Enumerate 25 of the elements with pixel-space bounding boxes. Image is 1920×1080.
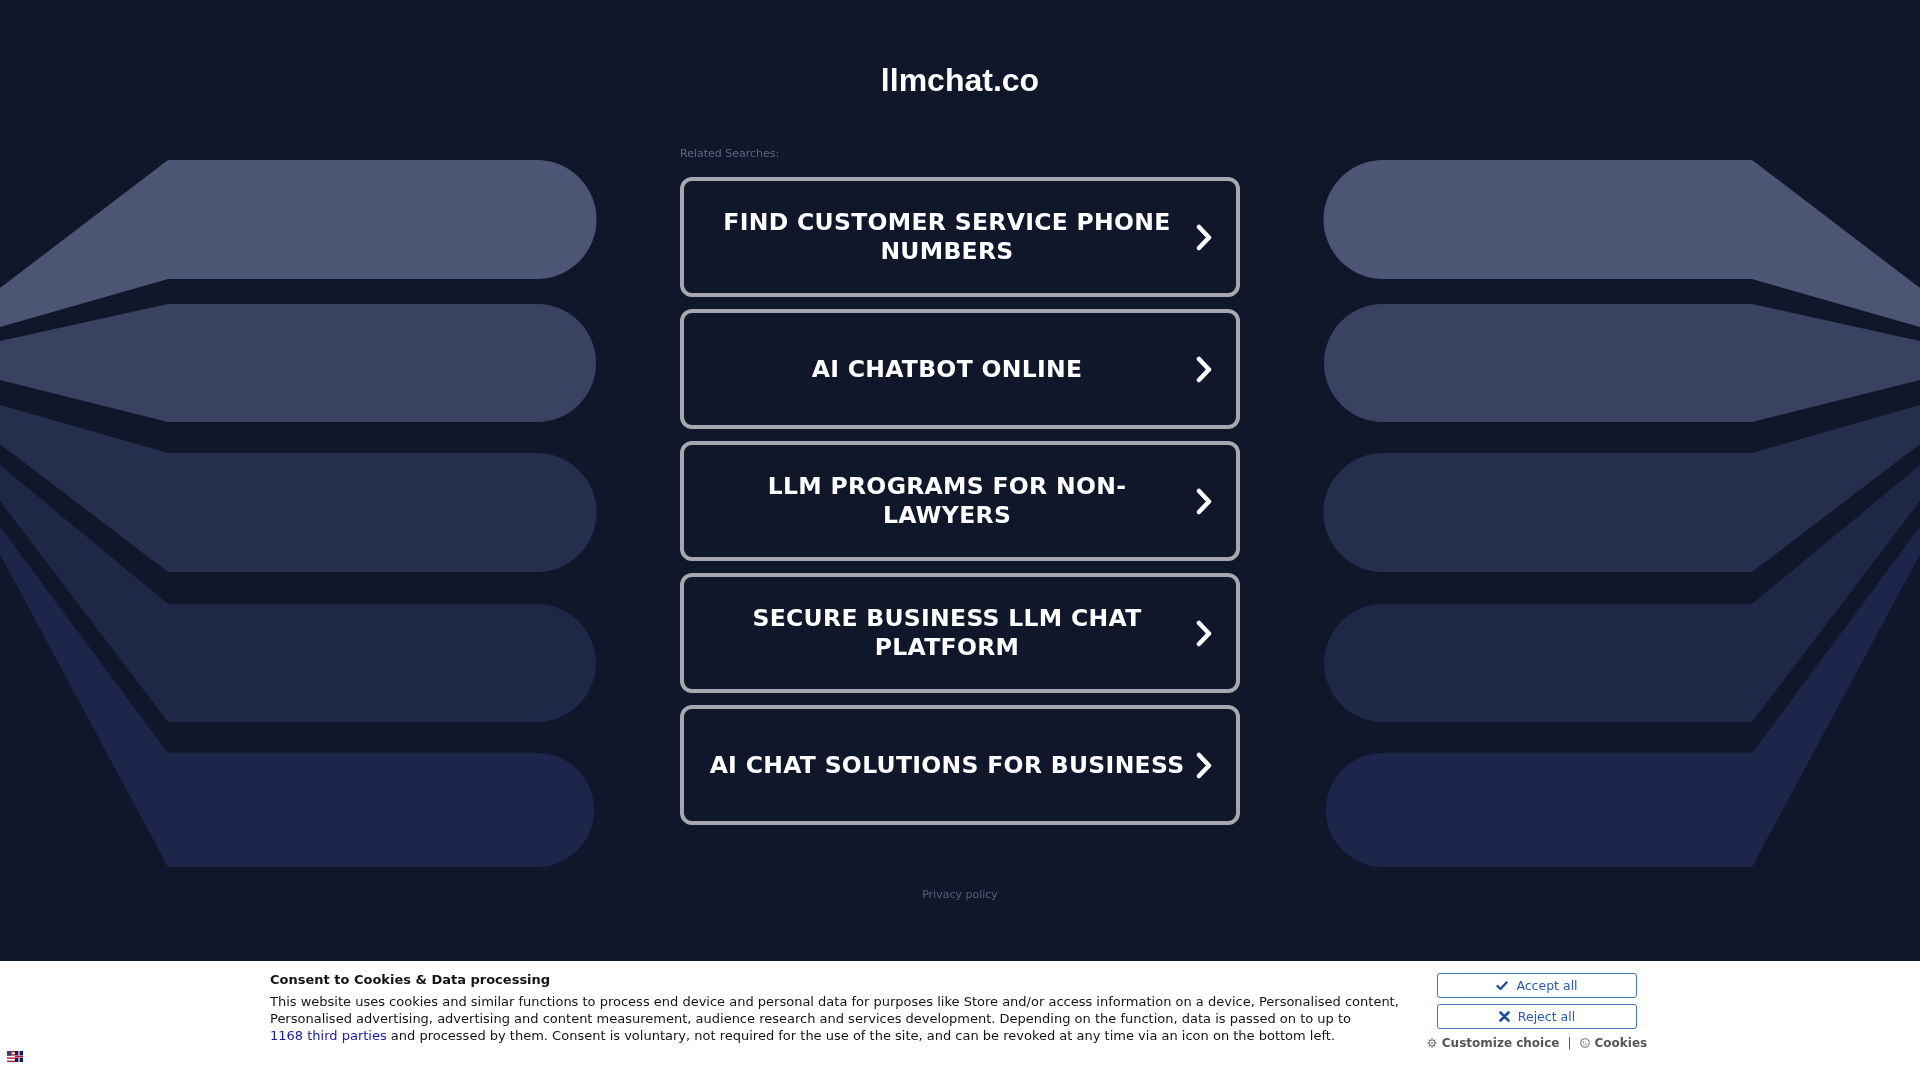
chevron-right-icon	[1196, 487, 1212, 515]
consent-text: This website uses cookies and similar functions to process end device and personal data for purposes like Store and/or access information on a device, Personalised content, Personalised advertising, advertising and content measurement, audience research and services development. Depending on the function, data is passed on to up to 1168 third parties and processed by them. Consent is voluntary, not required for the use of the site, and can be revoked at any time via an icon on the bottom left.	[270, 993, 1400, 1044]
chevron-right-icon	[1196, 223, 1212, 251]
related-search-button[interactable]: LLM PROGRAMS FOR NON-LAWYERS	[680, 441, 1240, 561]
gear-icon	[1426, 1038, 1437, 1048]
related-search-button[interactable]: AI CHATBOT ONLINE	[680, 309, 1240, 429]
related-searches-label: Related Searches:	[680, 146, 780, 162]
check-icon	[1496, 980, 1509, 991]
consent-title: Consent to Cookies & Data processing	[270, 971, 551, 988]
chevron-right-icon	[1196, 355, 1212, 383]
flag-icon[interactable]	[7, 1051, 23, 1062]
chevron-right-icon	[1196, 751, 1212, 779]
third-parties-link[interactable]: 1168 third parties	[270, 1028, 387, 1043]
site-title: llmchat.co	[880, 61, 1040, 100]
related-search-button[interactable]: AI CHAT SOLUTIONS FOR BUSINESS	[680, 705, 1240, 825]
accept-all-button[interactable]: Accept all	[1437, 973, 1637, 998]
customize-choice-link[interactable]: Customize choice	[1426, 1036, 1560, 1050]
related-search-button[interactable]: SECURE BUSINESS LLM CHAT PLATFORM	[680, 573, 1240, 693]
separator: |	[1567, 1036, 1572, 1050]
reject-all-button[interactable]: Reject all	[1437, 1004, 1637, 1029]
close-icon	[1498, 1011, 1510, 1022]
cookie-icon	[1579, 1038, 1590, 1048]
chevron-right-icon	[1196, 619, 1212, 647]
cookies-link[interactable]: Cookies	[1579, 1036, 1648, 1050]
related-search-button[interactable]: FIND CUSTOMER SERVICE PHONE NUMBERS	[680, 177, 1240, 297]
